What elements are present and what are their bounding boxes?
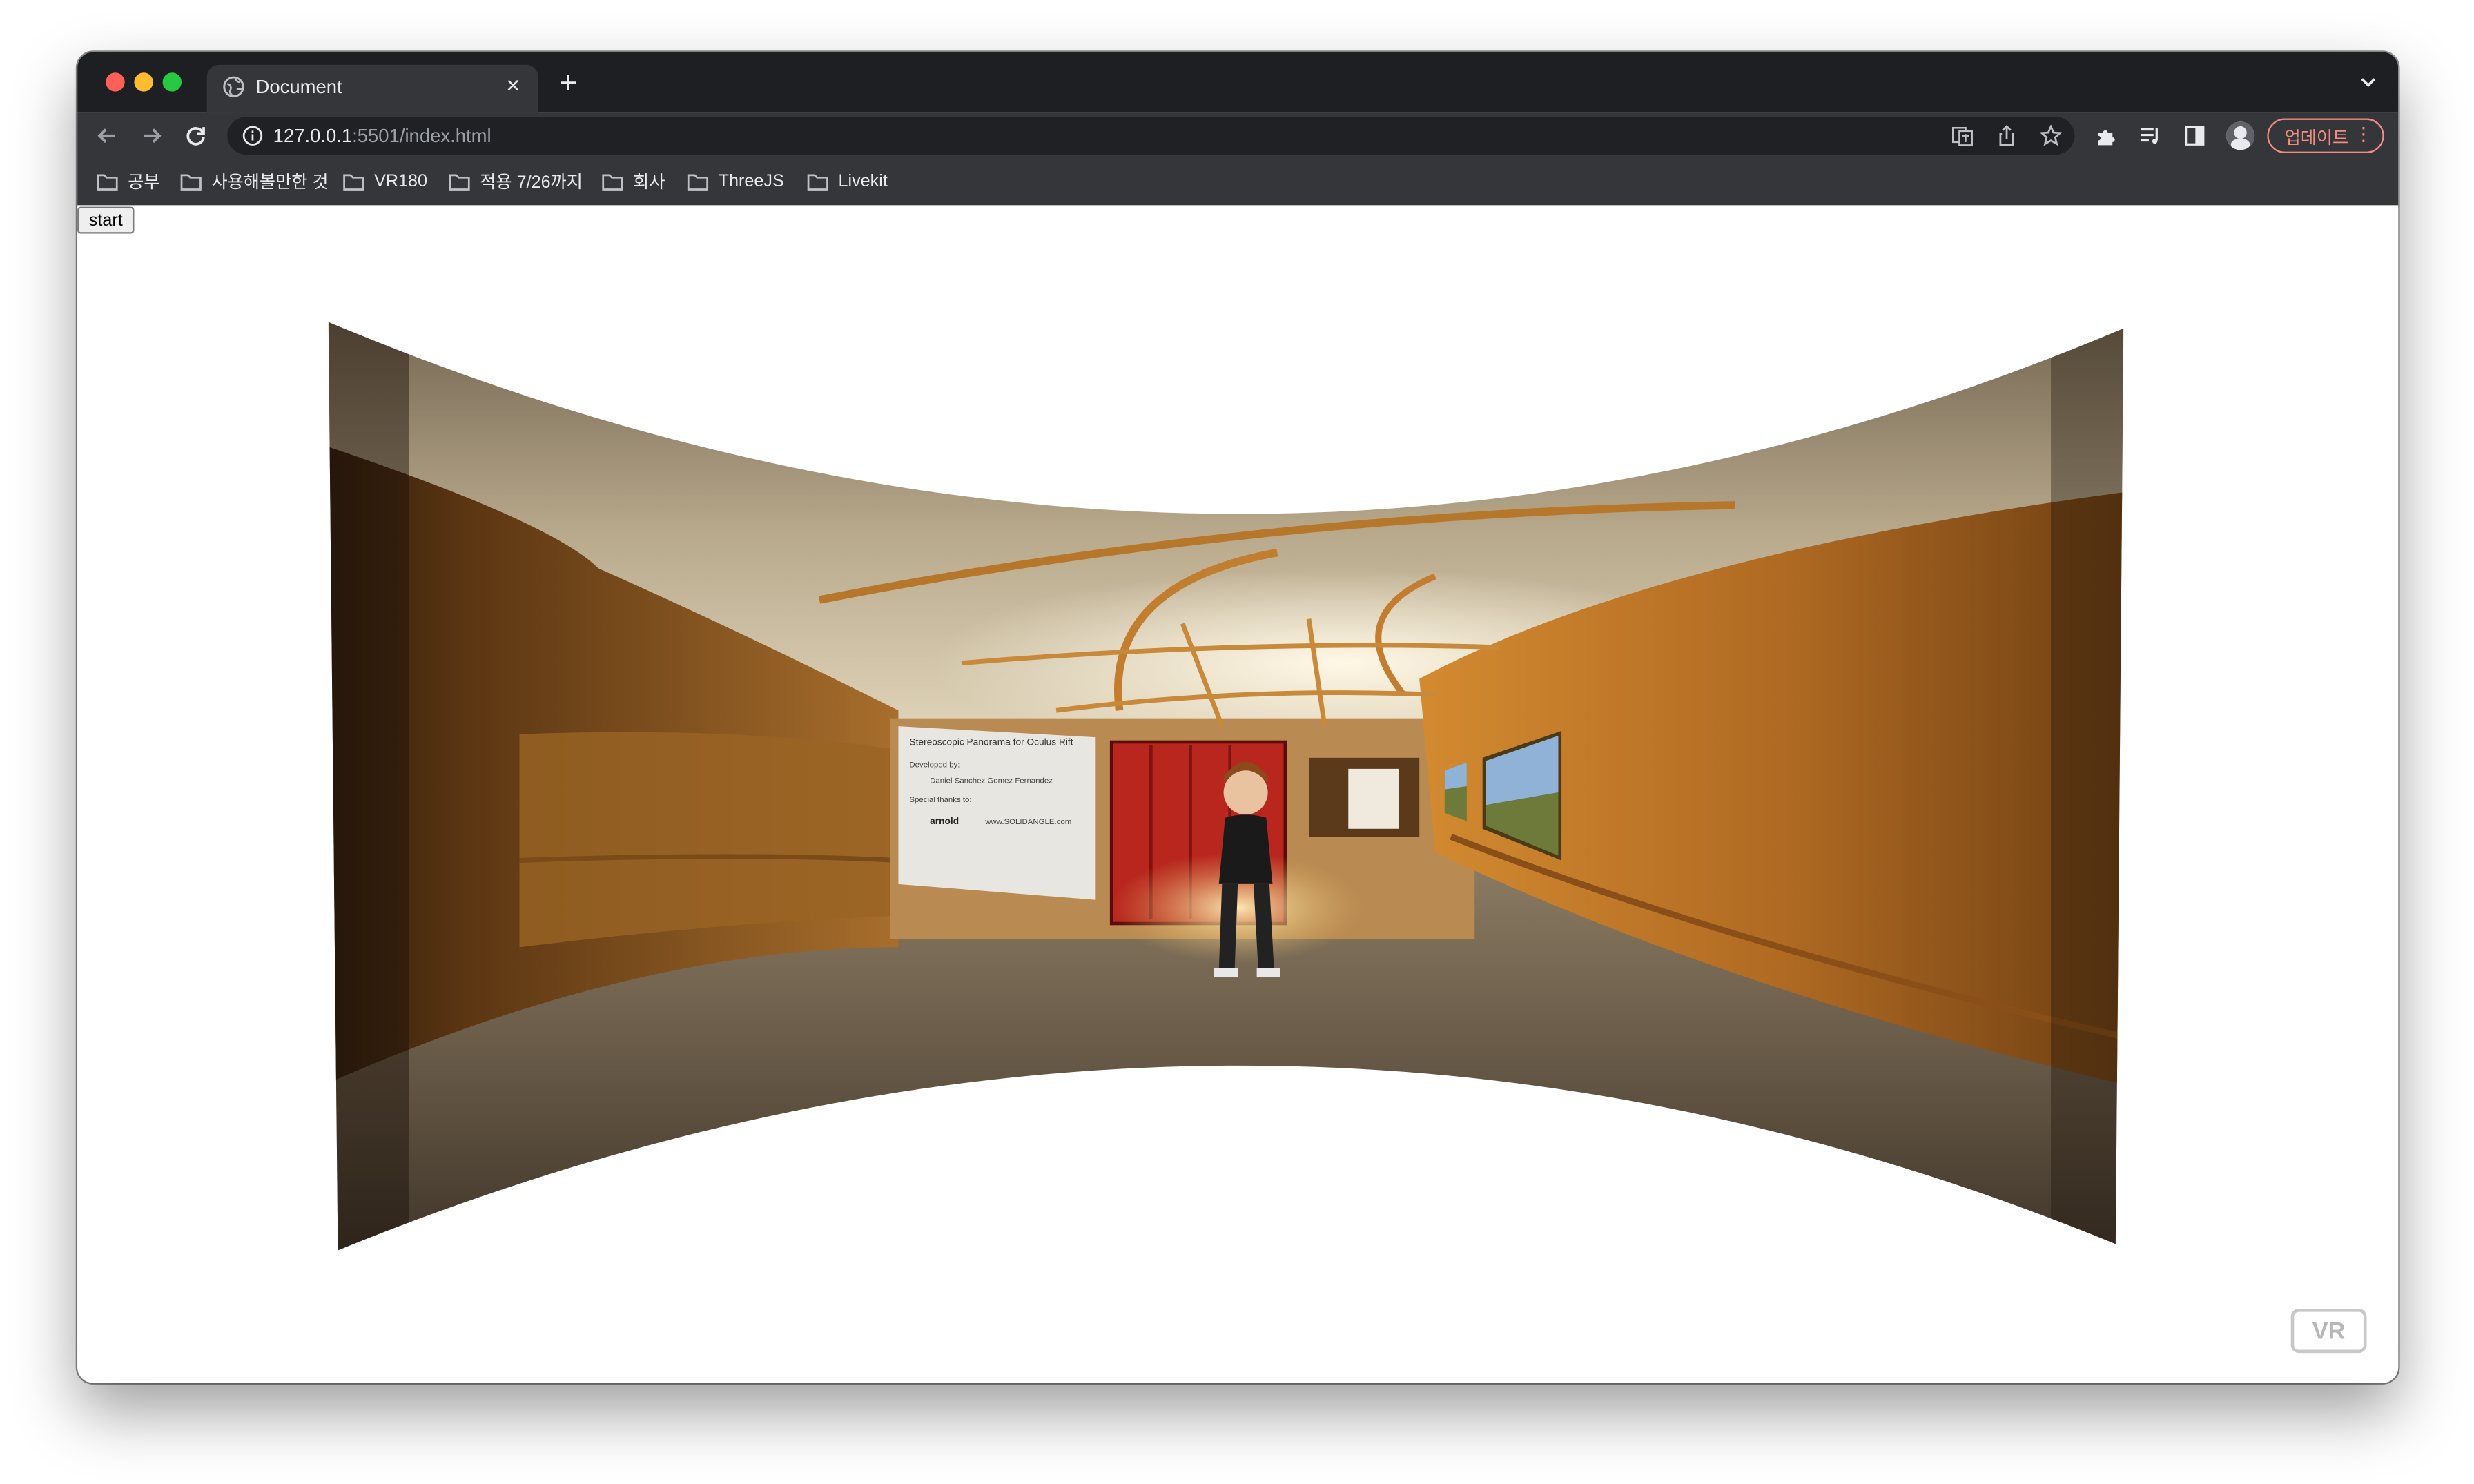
bookmark-label: Livekit	[838, 172, 888, 191]
update-button[interactable]: 업데이트 ⋮	[2267, 118, 2384, 153]
folder-icon	[449, 174, 470, 191]
folder-icon	[687, 174, 709, 191]
poster-line: Developed by:	[909, 761, 960, 770]
translate-icon[interactable]	[1951, 125, 1974, 147]
profile-avatar[interactable]	[2225, 121, 2255, 150]
bookmark-folder[interactable]: 회사	[601, 169, 665, 195]
url-text[interactable]: 127.0.0.1:5501/index.html	[273, 125, 491, 147]
page-content: Stereoscopic Panorama for Oculus Rift De…	[77, 205, 2399, 1383]
poster-title: Stereoscopic Panorama for Oculus Rift	[909, 737, 1073, 748]
info-icon[interactable]	[242, 125, 264, 147]
bookmark-label: VR180	[374, 172, 428, 191]
folder-icon	[807, 174, 828, 191]
bookmark-folder[interactable]: 적용 7/26까지	[449, 169, 583, 195]
globe-icon	[223, 76, 244, 98]
vr-label: VR	[2312, 1318, 2346, 1345]
panorama-scene: Stereoscopic Panorama for Oculus Rift De…	[328, 322, 2124, 1251]
bookmark-label: 적용 7/26까지	[480, 173, 583, 193]
reload-icon[interactable]	[183, 123, 208, 148]
tab-document[interactable]: Document ×	[206, 64, 538, 113]
start-button[interactable]: start	[77, 206, 135, 234]
url-host: 127.0.0.1	[273, 124, 353, 147]
poster-line: arnold	[930, 816, 959, 826]
bookmark-label: 사용해볼만한 것	[211, 173, 329, 193]
toolbar: 127.0.0.1:5501/index.html 업데이트 ⋮	[77, 112, 2399, 160]
folder-icon	[343, 174, 364, 191]
folder-icon	[602, 174, 623, 191]
browser-window: Document × + 127.0.0.1:5501/index.html 업…	[77, 52, 2399, 1383]
zoom-window-button[interactable]	[162, 72, 182, 92]
bookmark-folder[interactable]: VR180	[342, 169, 427, 195]
tab-title: Document	[255, 75, 342, 98]
close-window-button[interactable]	[106, 72, 125, 92]
back-arrow-icon[interactable]	[95, 123, 120, 148]
vr-button[interactable]: VR	[2290, 1309, 2367, 1354]
bookmark-star-icon[interactable]	[2040, 124, 2063, 147]
bookmark-folder[interactable]: 사용해볼만한 것	[180, 169, 329, 195]
bookmark-label: ThreeJS	[718, 172, 784, 191]
bookmark-folder[interactable]: 공부	[97, 169, 160, 195]
side-panel-icon[interactable]	[2183, 125, 2205, 147]
poster-line: Special thanks to:	[909, 796, 971, 804]
panorama-viewer[interactable]: Stereoscopic Panorama for Oculus Rift De…	[77, 205, 2398, 1383]
bookmark-label: 회사	[633, 173, 665, 193]
menu-dots-icon: ⋮	[2354, 123, 2373, 146]
chevron-down-icon[interactable]	[2357, 72, 2379, 91]
poster-line: Daniel Sanchez Gomez Fernandez	[930, 777, 1053, 785]
folder-icon	[180, 174, 202, 191]
folder-icon	[97, 174, 118, 191]
url-path: :5501/index.html	[352, 124, 491, 147]
tab-strip: Document × +	[77, 52, 2399, 113]
address-bar[interactable]: 127.0.0.1:5501/index.html	[227, 117, 2075, 155]
new-tab-button[interactable]: +	[554, 68, 583, 99]
avatar-image-icon	[2225, 121, 2255, 150]
close-tab-icon[interactable]: ×	[500, 73, 526, 99]
bookmark-label: 공부	[128, 173, 160, 193]
poster-line: www.SOLIDANGLE.com	[984, 818, 1071, 826]
share-icon[interactable]	[1996, 125, 2018, 147]
bookmarks-bar: 공부 사용해볼만한 것 VR180 적용 7/26까지 회사 ThreeJS L…	[77, 159, 2399, 207]
forward-arrow-icon[interactable]	[139, 123, 164, 148]
media-queue-icon[interactable]	[2139, 125, 2161, 147]
update-label: 업데이트	[2284, 129, 2349, 148]
bookmark-folder[interactable]: ThreeJS	[687, 169, 784, 195]
bookmark-folder[interactable]: Livekit	[807, 169, 888, 195]
minimize-window-button[interactable]	[134, 72, 153, 92]
extensions-puzzle-icon[interactable]	[2095, 125, 2117, 147]
